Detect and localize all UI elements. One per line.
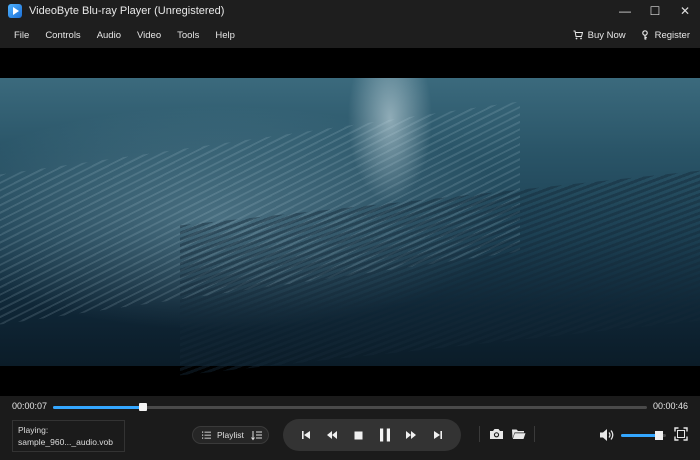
app-logo-icon	[8, 4, 22, 18]
window-title: VideoByte Blu-ray Player (Unregistered)	[29, 5, 225, 17]
close-button[interactable]: ✕	[670, 0, 700, 22]
video-frame	[0, 78, 700, 376]
minimize-button[interactable]: —	[610, 0, 640, 22]
divider	[534, 426, 535, 442]
title-bar: VideoByte Blu-ray Player (Unregistered) …	[0, 0, 700, 22]
rewind-button[interactable]	[324, 427, 340, 443]
buy-now-button[interactable]: Buy Now	[573, 30, 626, 41]
playlist-order-icon[interactable]	[251, 430, 262, 441]
menu-help[interactable]: Help	[215, 30, 235, 41]
pause-icon	[380, 428, 391, 442]
register-button[interactable]: Register	[640, 30, 690, 41]
key-icon	[641, 30, 648, 40]
volume-slider[interactable]	[621, 431, 666, 440]
volume-slider-handle[interactable]	[655, 431, 664, 440]
seek-bar-handle[interactable]	[139, 403, 148, 411]
window-controls: — ☐ ✕	[610, 0, 700, 22]
total-time: 00:00:46	[652, 401, 688, 411]
stop-button[interactable]	[351, 427, 367, 443]
skip-next-icon	[433, 431, 442, 439]
video-display[interactable]	[0, 48, 700, 396]
menu-bar: File Controls Audio Video Tools Help Buy…	[0, 22, 700, 48]
stop-icon	[354, 431, 363, 439]
now-playing-panel: Playing: sample_960..._audio.vob	[12, 420, 125, 452]
menu-file[interactable]: File	[14, 30, 29, 41]
menu-audio[interactable]: Audio	[97, 30, 121, 41]
cart-icon	[573, 30, 583, 40]
folder-icon	[511, 429, 525, 439]
menu-controls[interactable]: Controls	[45, 30, 80, 41]
buy-now-label: Buy Now	[587, 29, 626, 41]
snapshot-button[interactable]	[488, 426, 504, 442]
divider	[479, 426, 480, 442]
now-playing-filename: sample_960..._audio.vob	[18, 437, 113, 447]
fullscreen-button[interactable]	[674, 427, 688, 441]
transport-controls	[283, 419, 461, 451]
control-bar: Playing: sample_960..._audio.vob Playlis…	[0, 416, 700, 460]
playlist-button[interactable]: Playlist	[192, 426, 269, 444]
seek-bar-fill	[53, 406, 144, 409]
camera-icon	[489, 429, 503, 439]
fast-forward-button[interactable]	[403, 427, 419, 443]
next-button[interactable]	[430, 427, 446, 443]
volume-slider-fill	[621, 434, 660, 437]
current-time: 00:00:07	[12, 401, 48, 411]
volume-icon[interactable]	[599, 428, 615, 442]
register-label: Register	[654, 29, 690, 41]
now-playing-label: Playing:	[18, 425, 49, 435]
maximize-button[interactable]: ☐	[640, 0, 670, 22]
skip-previous-icon	[302, 431, 311, 439]
menu-tools[interactable]: Tools	[177, 30, 199, 41]
seek-bar[interactable]	[53, 403, 647, 411]
rewind-icon	[327, 431, 338, 439]
fast-forward-icon	[406, 431, 417, 439]
pause-button[interactable]	[377, 427, 393, 443]
menu-video[interactable]: Video	[137, 30, 161, 41]
list-icon	[202, 431, 211, 439]
previous-button[interactable]	[298, 427, 314, 443]
open-folder-button[interactable]	[510, 426, 526, 442]
playlist-label: Playlist	[217, 430, 244, 440]
progress-row: 00:00:07 00:00:46	[0, 398, 700, 416]
